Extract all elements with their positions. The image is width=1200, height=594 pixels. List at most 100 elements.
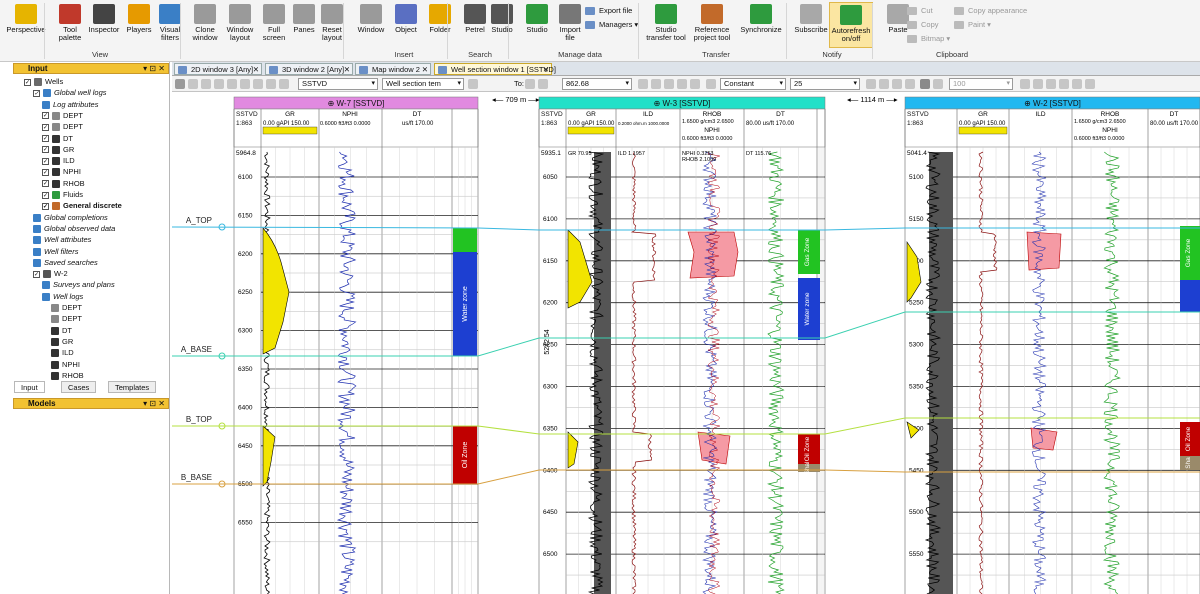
panel-tab-cases[interactable]: Cases (61, 381, 97, 393)
tree-item[interactable]: Well filters (33, 246, 78, 257)
close-tab-icon[interactable]: ✕ (344, 64, 350, 76)
tree-item[interactable]: ✓ DEPT (42, 110, 83, 121)
ribbon-small-bitmap-[interactable]: Bitmap ▾ (907, 33, 950, 45)
tree-item[interactable]: ILD (51, 347, 74, 358)
document-tab-4[interactable]: Well section window 1 [SSTVD] ✕ (434, 63, 556, 76)
scale-mode-select[interactable]: Constant (720, 78, 786, 90)
tree-checkbox[interactable]: ✓ (42, 123, 49, 131)
depth-type-select[interactable]: SSTVD (298, 78, 378, 90)
tree-item[interactable]: Global completions (33, 212, 108, 223)
tree-checkbox[interactable]: ✓ (42, 202, 49, 210)
tree-item[interactable]: ✓ Fluids (42, 189, 83, 200)
step-icon[interactable] (638, 79, 648, 89)
horizon-line[interactable] (172, 226, 1200, 231)
go-to-icon[interactable] (525, 79, 535, 89)
close-tab-icon[interactable]: ✕ (253, 64, 259, 76)
tree-item[interactable]: Log attributes (42, 99, 98, 110)
scale-icon[interactable] (706, 79, 716, 89)
ribbon-button-studio-transfer-tool[interactable]: Studio transfer tool (644, 2, 688, 42)
ribbon-small-copy[interactable]: Copy (907, 19, 939, 31)
well-section-canvas[interactable]: ⊕ W-7 [SSTVD] SSTVD 1:863 GR 0.00 gAPI 150.0… (172, 92, 1200, 594)
tree-item[interactable]: ✓ GR (42, 144, 74, 155)
tree-item[interactable]: ✓ NPHI (42, 166, 81, 177)
template-select[interactable]: Well section tem (382, 78, 464, 90)
ribbon-small-copy-appearance[interactable]: Copy appearance (954, 5, 1027, 17)
tree-checkbox[interactable]: ✓ (24, 78, 31, 86)
redo-icon[interactable] (905, 79, 915, 89)
depth-value-input[interactable]: 862.68 (562, 78, 632, 90)
tree-checkbox[interactable]: ✓ (42, 191, 49, 199)
pan-icon[interactable] (933, 79, 943, 89)
ribbon-button-perspective[interactable]: Perspective (4, 2, 48, 34)
tree-item[interactable]: DT (51, 325, 72, 336)
tree-checkbox[interactable]: ✓ (42, 168, 49, 176)
document-tab-1[interactable]: 2D window 3 [Any] ✕ (174, 63, 262, 75)
horizon-line[interactable] (172, 311, 1200, 357)
tree-item[interactable]: ✓ General discrete (42, 200, 122, 211)
step-icon[interactable] (690, 79, 700, 89)
ribbon-small-export-file[interactable]: Export file (585, 5, 632, 17)
ribbon-small-managers-[interactable]: Managers ▾ (585, 19, 638, 31)
step-icon[interactable] (677, 79, 687, 89)
toolbar-option-icon[interactable] (1085, 79, 1095, 89)
panel-pin-close-icon[interactable]: ▾ ⊡ ✕ (143, 64, 165, 73)
pan-icon[interactable] (201, 79, 211, 89)
go-to-icon[interactable] (538, 79, 548, 89)
tree-item[interactable]: RHOB (51, 370, 84, 381)
document-tab-2[interactable]: 3D window 2 [Any] ✕ (265, 63, 353, 75)
toolbar-option-icon[interactable] (1059, 79, 1069, 89)
tree-item[interactable]: ✓ Global well logs (33, 87, 107, 98)
close-tab-icon[interactable]: ✕ (422, 64, 428, 76)
horizon-label[interactable]: B_BASE (181, 473, 212, 482)
ribbon-button-reference-project-tool[interactable]: Reference project tool (690, 2, 734, 42)
search-icon[interactable] (920, 79, 930, 89)
tree-item[interactable]: ✓ ILD (42, 155, 75, 166)
tree-item[interactable]: ✓ Wells (24, 76, 63, 87)
align-icon[interactable] (253, 79, 263, 89)
ribbon-button-reset-layout[interactable]: Reset layout (310, 2, 354, 42)
scale-value-input[interactable]: 25 (790, 78, 860, 90)
fit-icon[interactable] (175, 79, 185, 89)
tree-item[interactable]: Global observed data (33, 223, 115, 234)
close-tab-icon[interactable]: ✕ (543, 64, 549, 76)
tree-item[interactable]: ✓ DEPT (42, 121, 83, 132)
toolbar-option-icon[interactable] (1072, 79, 1082, 89)
measure-icon[interactable] (227, 79, 237, 89)
layout-icon[interactable] (279, 79, 289, 89)
select-icon[interactable] (214, 79, 224, 89)
tree-item[interactable]: DEPT (51, 302, 82, 313)
tree-checkbox[interactable]: ✓ (42, 157, 49, 165)
ribbon-button-subscribe[interactable]: Subscribe (789, 2, 833, 34)
tree-item[interactable]: GR (51, 336, 73, 347)
tree-item[interactable]: DEPT (51, 313, 82, 324)
ribbon-button-synchronize[interactable]: Synchronize (739, 2, 783, 34)
panel-pin-close-icon[interactable]: ▾ ⊡ ✕ (143, 399, 165, 408)
toolbar-option-icon[interactable] (1020, 79, 1030, 89)
ribbon-button-autorefresh-on-off[interactable]: Autorefresh on/off (829, 2, 873, 48)
flatten-icon[interactable] (240, 79, 250, 89)
horizon-label[interactable]: B_TOP (186, 415, 212, 424)
well-section-plot[interactable]: ⊕ W-7 [SSTVD] SSTVD 1:863 GR 0.00 gAPI 150.0… (172, 92, 1200, 594)
zoom-icon[interactable] (188, 79, 198, 89)
ribbon-small-paint-[interactable]: Paint ▾ (954, 19, 991, 31)
tree-checkbox[interactable]: ✓ (42, 180, 49, 188)
track-icon[interactable] (266, 79, 276, 89)
toolbar-option-icon[interactable] (1046, 79, 1056, 89)
tree-item[interactable]: NPHI (51, 359, 80, 370)
tree-checkbox[interactable]: ✓ (33, 89, 40, 97)
camera-icon[interactable] (879, 79, 889, 89)
tree-checkbox[interactable]: ✓ (42, 146, 49, 154)
tree-item[interactable]: Surveys and plans (42, 279, 115, 290)
tree-checkbox[interactable]: ✓ (33, 270, 40, 278)
panel-tab-templates[interactable]: Templates (108, 381, 157, 393)
toolbar-option-icon[interactable] (1033, 79, 1043, 89)
undo-icon[interactable] (892, 79, 902, 89)
zoom-value-select[interactable]: 100 (949, 78, 1013, 90)
step-icon[interactable] (651, 79, 661, 89)
panel-tab-input[interactable]: Input (14, 381, 45, 393)
tree-item[interactable]: Well logs (42, 291, 83, 302)
ribbon-small-cut[interactable]: Cut (907, 5, 933, 17)
tree-item[interactable]: ✓ RHOB (42, 178, 85, 189)
tree-checkbox[interactable]: ✓ (42, 135, 49, 143)
horizon-label[interactable]: A_BASE (181, 345, 212, 354)
